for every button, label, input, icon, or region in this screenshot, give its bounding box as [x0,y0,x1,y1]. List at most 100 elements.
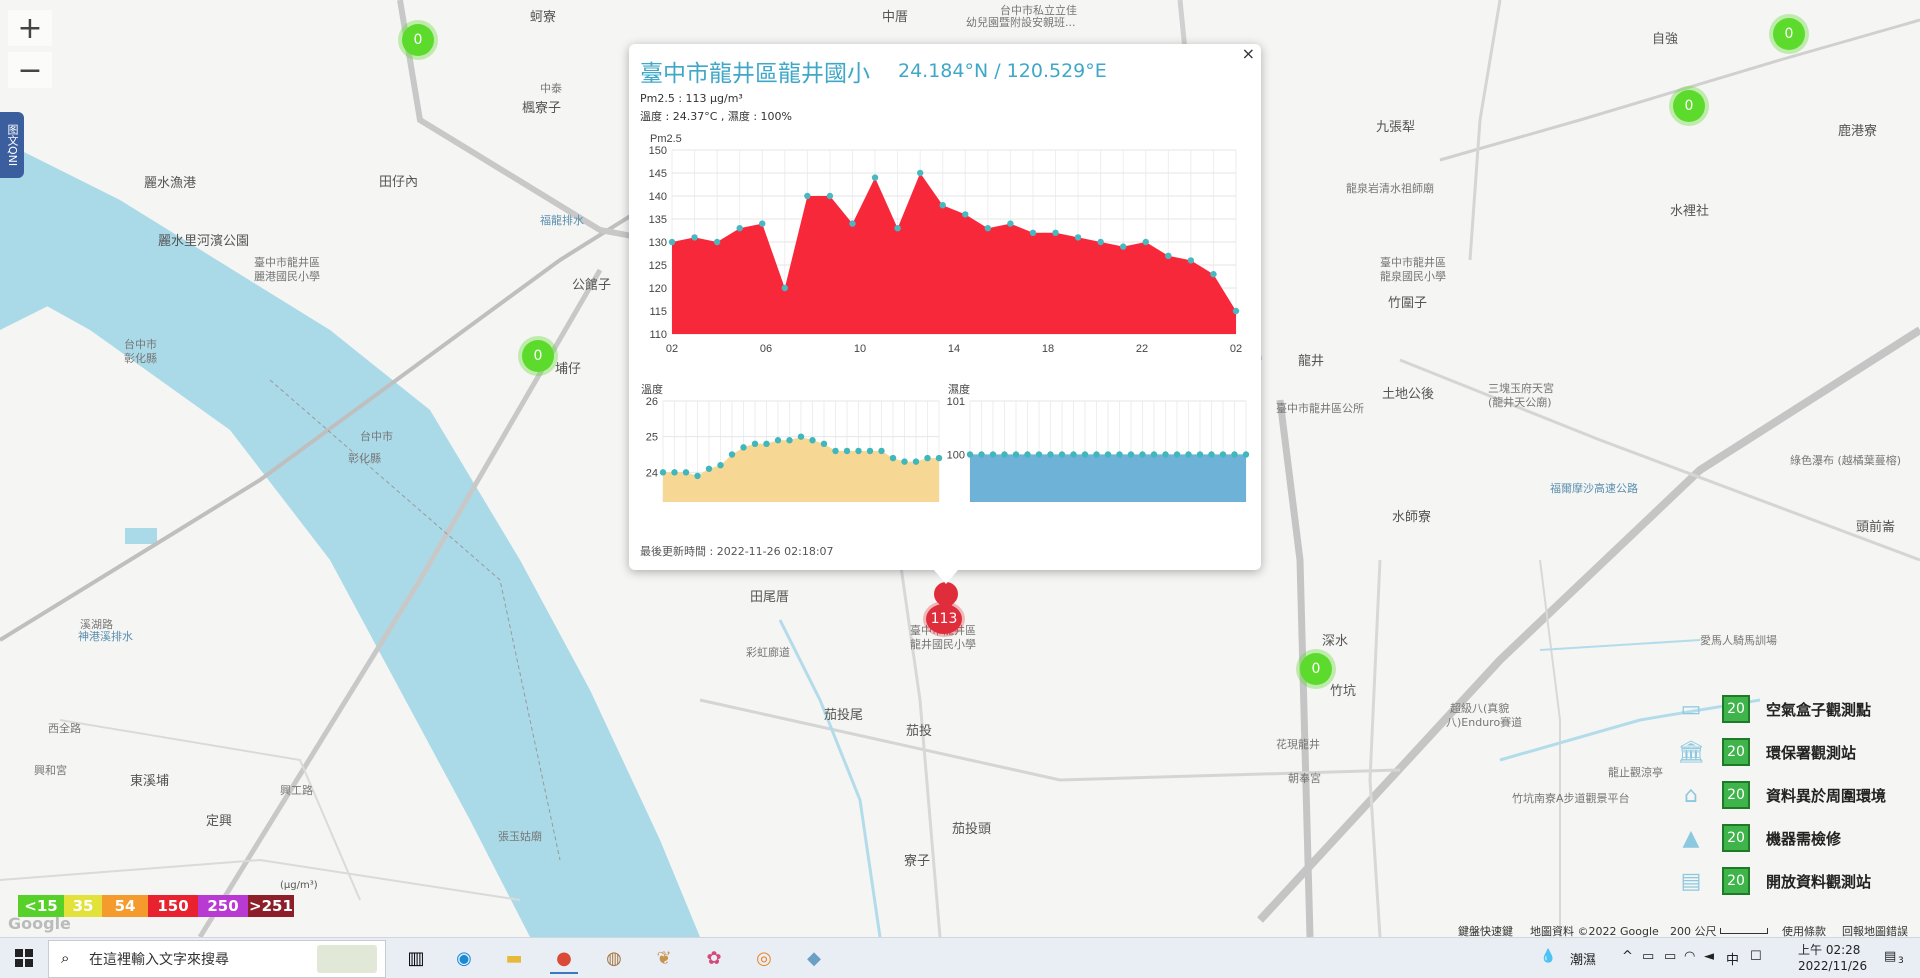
search-placeholder: 在這裡輸入文字來搜尋 [89,952,229,968]
data-point [751,440,759,447]
map-data-attribution: 地圖資料 ©2022 Google [1530,925,1659,937]
data-point [966,451,974,458]
map-place-label: 中泰 [540,82,562,95]
data-point [671,469,678,476]
scale-swatch: 250 [198,895,248,917]
map-place-label: 九張犁 [1376,120,1416,135]
clock-time[interactable]: 上午 02:28 [1798,941,1860,958]
data-point [820,440,828,447]
map-place-label: 興和宮 [34,764,67,777]
air-station-dot[interactable]: 0 [1300,653,1332,685]
map-place-label: 龍止觀涼亭 [1608,766,1663,779]
network-icon[interactable]: ◠ [1684,949,1695,964]
scale-swatch: 150 [148,895,198,917]
zoom-out-button[interactable]: − [8,52,52,88]
ime-indicator[interactable]: 中 [1726,949,1739,968]
tray-expand-icon[interactable]: ^ [1622,949,1633,964]
data-point [912,458,920,465]
map-place-label: 竹坑 [1330,684,1357,699]
map-place-label: 楓寮子 [522,101,562,116]
data-point [659,469,667,476]
data-point [1081,451,1089,458]
task-view-icon[interactable]: ▥ [402,944,430,972]
volume-icon[interactable]: ◄ [1704,949,1714,964]
epa-station-icon: 🏛 [1677,739,1705,765]
data-point [668,238,676,246]
chrome-icon[interactable]: ● [550,944,578,974]
map-place-label: 麗水漁港 [144,176,197,191]
keyboard-shortcuts-link[interactable]: 鍵盤快速鍵 [1458,923,1513,937]
notification-count: 3 [1898,956,1904,966]
legend-count: 20 [1722,867,1750,895]
map-place-label: 頭前崙 [1856,520,1896,535]
side-panel-tab[interactable]: 图文QNI [0,112,24,178]
legend-label: 空氣盒子觀測點 [1766,700,1872,719]
repair-cone-icon: ▲ [1682,825,1700,851]
y-tick-label: 101 [947,396,965,408]
app-icon-brush[interactable]: ✿ [700,944,728,972]
map-place-label: 彰化縣 [348,452,381,465]
map-place-label: 土地公後 [1382,387,1435,402]
data-point [889,454,897,462]
zoom-in-button[interactable]: + [8,10,52,46]
air-station-dot[interactable]: 0 [402,24,434,56]
air-station-dot[interactable]: 0 [1673,90,1705,122]
data-point [1127,451,1135,458]
data-point [962,211,969,218]
app-icon-cube[interactable]: ◆ [800,944,828,972]
app-icon-animal[interactable]: ❦ [650,944,678,972]
data-point [1242,451,1250,458]
map-place-label: 福爾摩沙高速公路 [1550,482,1638,495]
data-point [809,437,816,444]
legend-count: 20 [1722,695,1750,723]
map-place-label: 茄投尾 [824,708,864,723]
data-point [1116,451,1123,458]
data-point [717,462,724,469]
anomaly-house-icon: ⌂ [1684,782,1698,808]
data-point [1219,451,1227,458]
scale-swatch: 54 [102,895,148,917]
weather-icon[interactable]: 💧 [1540,949,1556,964]
clock-date[interactable]: 2022/11/26 [1798,959,1867,973]
pm25-reading: Pm2.5 : 113 μg/m³ [640,92,743,105]
data-point [713,238,721,246]
blender-icon[interactable]: ◎ [750,944,778,972]
report-map-error-link[interactable]: 回報地圖錯誤 [1842,923,1908,937]
data-point [705,465,713,472]
data-point [736,225,743,232]
map-scale-label[interactable]: 200 公尺 [1670,923,1717,937]
map-view[interactable]: 蚵寮 中厝 台中市私立立佳 幼兒園暨附設安親班... 自強 鹿港寮 九張犁 水裡社 楓寮子 田仔內… [0,0,1920,937]
map-place-label: 臺中市龍井區公所 [1276,402,1364,415]
air-station-dot[interactable]: 0 [1773,18,1805,50]
windows-start-icon[interactable] [10,944,38,972]
map-place-label: 竹圍子 [1388,296,1428,311]
taskbar-search-box[interactable]: ⌕ 在這裡輸入文字來搜尋 [48,940,386,978]
data-point [939,202,946,209]
legend-row: ▲ 20 機器需檢修 [1674,823,1841,853]
chart-area [672,173,1236,334]
terms-link[interactable]: 使用條款 [1782,923,1826,937]
y-tick-label: 115 [649,306,667,318]
data-point [1024,451,1031,458]
legend-count: 20 [1722,824,1750,852]
legend-row: 🏛 20 環保署觀測站 [1674,737,1856,767]
x-tick-label: 02 [1230,343,1242,355]
x-tick-label: 18 [1042,343,1054,355]
data-point [740,444,747,451]
weather-label[interactable]: 潮濕 [1570,949,1596,968]
edge-browser-icon[interactable]: ◉ [450,944,478,972]
chart-title: 濕度 [948,382,970,396]
app-icon-compass[interactable]: ◍ [600,944,628,972]
chart-area [663,436,939,502]
data-point [1210,271,1217,278]
close-icon[interactable]: × [1242,44,1255,63]
file-explorer-icon[interactable]: ▬ [500,944,528,972]
data-point [924,454,931,462]
map-place-label: 埔仔 [555,362,582,377]
ime-mode-icon[interactable]: ☐ [1750,949,1762,964]
air-station-dot[interactable]: 0 [522,340,554,372]
notification-icon[interactable]: ▤ [1884,949,1896,964]
map-place-label: 愛馬人騎馬訓場 [1700,634,1777,647]
battery-icon[interactable]: ▭ [1664,949,1676,964]
tray-device-icon[interactable]: ▭ [1642,949,1654,964]
